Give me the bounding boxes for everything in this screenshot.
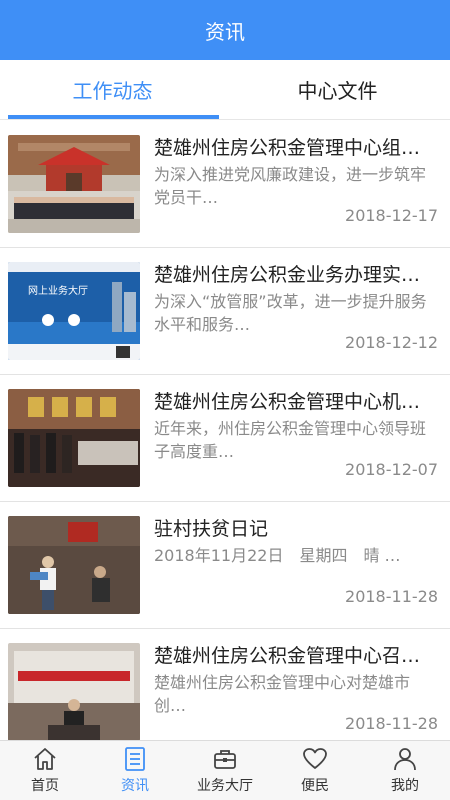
bottom-tab-bar: 首页 资讯 业务大厅 便民 我的 [0,740,450,800]
app-header: 资讯 [0,0,450,60]
article-list: 楚雄州住房公积金管理中心组… 为深入推进党风廉政建设，进一步筑牢党员干… 201… [0,121,450,740]
tab-home[interactable]: 首页 [0,741,90,800]
tab-mine-label: 我的 [391,778,419,794]
list-item[interactable]: 网上业务大厅 楚雄州住房公积金业务办理实… 为深入“放管服”改革，进一步提升服务… [0,248,450,375]
article-date: 2018-12-12 [345,333,438,352]
page-title: 资讯 [205,19,245,44]
tab-business-hall[interactable]: 业务大厅 [180,741,270,800]
tab-convenience[interactable]: 便民 [270,741,360,800]
article-summary: 楚雄州住房公积金管理中心对楚雄市创… [154,673,411,715]
tab-convenience-label: 便民 [301,778,329,794]
list-item[interactable]: 楚雄州住房公积金管理中心机… 近年来，州住房公积金管理中心领导班子高度重… 20… [0,375,450,502]
user-icon [394,748,416,771]
article-thumbnail [8,516,140,614]
article-thumbnail [8,643,140,740]
list-item[interactable]: 楚雄州住房公积金管理中心召… 楚雄州住房公积金管理中心对楚雄市创… 2018-1… [0,629,450,740]
tab-mine[interactable]: 我的 [360,741,450,800]
thumbnail-caption: 网上业务大厅 [28,284,88,297]
article-title: 楚雄州住房公积金管理中心召… [154,645,421,667]
heart-icon [303,748,327,769]
tab-business-hall-label: 业务大厅 [197,778,253,794]
tab-news-label: 资讯 [121,778,149,794]
article-date: 2018-12-17 [345,206,438,225]
tab-work-news[interactable]: 工作动态 [0,60,225,119]
article-title: 楚雄州住房公积金业务办理实… [154,264,421,286]
briefcase-icon [214,750,236,769]
article-summary: 2018年11月22日 星期四 晴 … [154,546,401,565]
article-thumbnail [8,135,140,233]
tab-home-label: 首页 [31,778,59,794]
tab-center-documents[interactable]: 中心文件 [225,60,450,119]
article-title: 楚雄州住房公积金管理中心组… [154,137,421,159]
article-date: 2018-12-07 [345,460,438,479]
news-icon [125,747,145,771]
list-item[interactable]: 驻村扶贫日记 2018年11月22日 星期四 晴 … 2018-11-28 [0,502,450,629]
article-summary: 为深入“放管服”改革，进一步提升服务水平和服务… [154,292,427,334]
article-title: 楚雄州住房公积金管理中心机… [154,391,421,413]
article-title: 驻村扶贫日记 [154,518,269,540]
tab-bar: 工作动态 中心文件 [0,60,450,120]
article-thumbnail: 网上业务大厅 [8,262,140,360]
list-item[interactable]: 楚雄州住房公积金管理中心组… 为深入推进党风廉政建设，进一步筑牢党员干… 201… [0,121,450,248]
article-date: 2018-11-28 [345,587,438,606]
article-thumbnail [8,389,140,487]
home-icon [34,748,56,770]
tab-news[interactable]: 资讯 [90,741,180,800]
article-date: 2018-11-28 [345,714,438,733]
article-summary: 为深入推进党风廉政建设，进一步筑牢党员干… [154,165,427,207]
article-summary: 近年来，州住房公积金管理中心领导班子高度重… [154,419,427,461]
